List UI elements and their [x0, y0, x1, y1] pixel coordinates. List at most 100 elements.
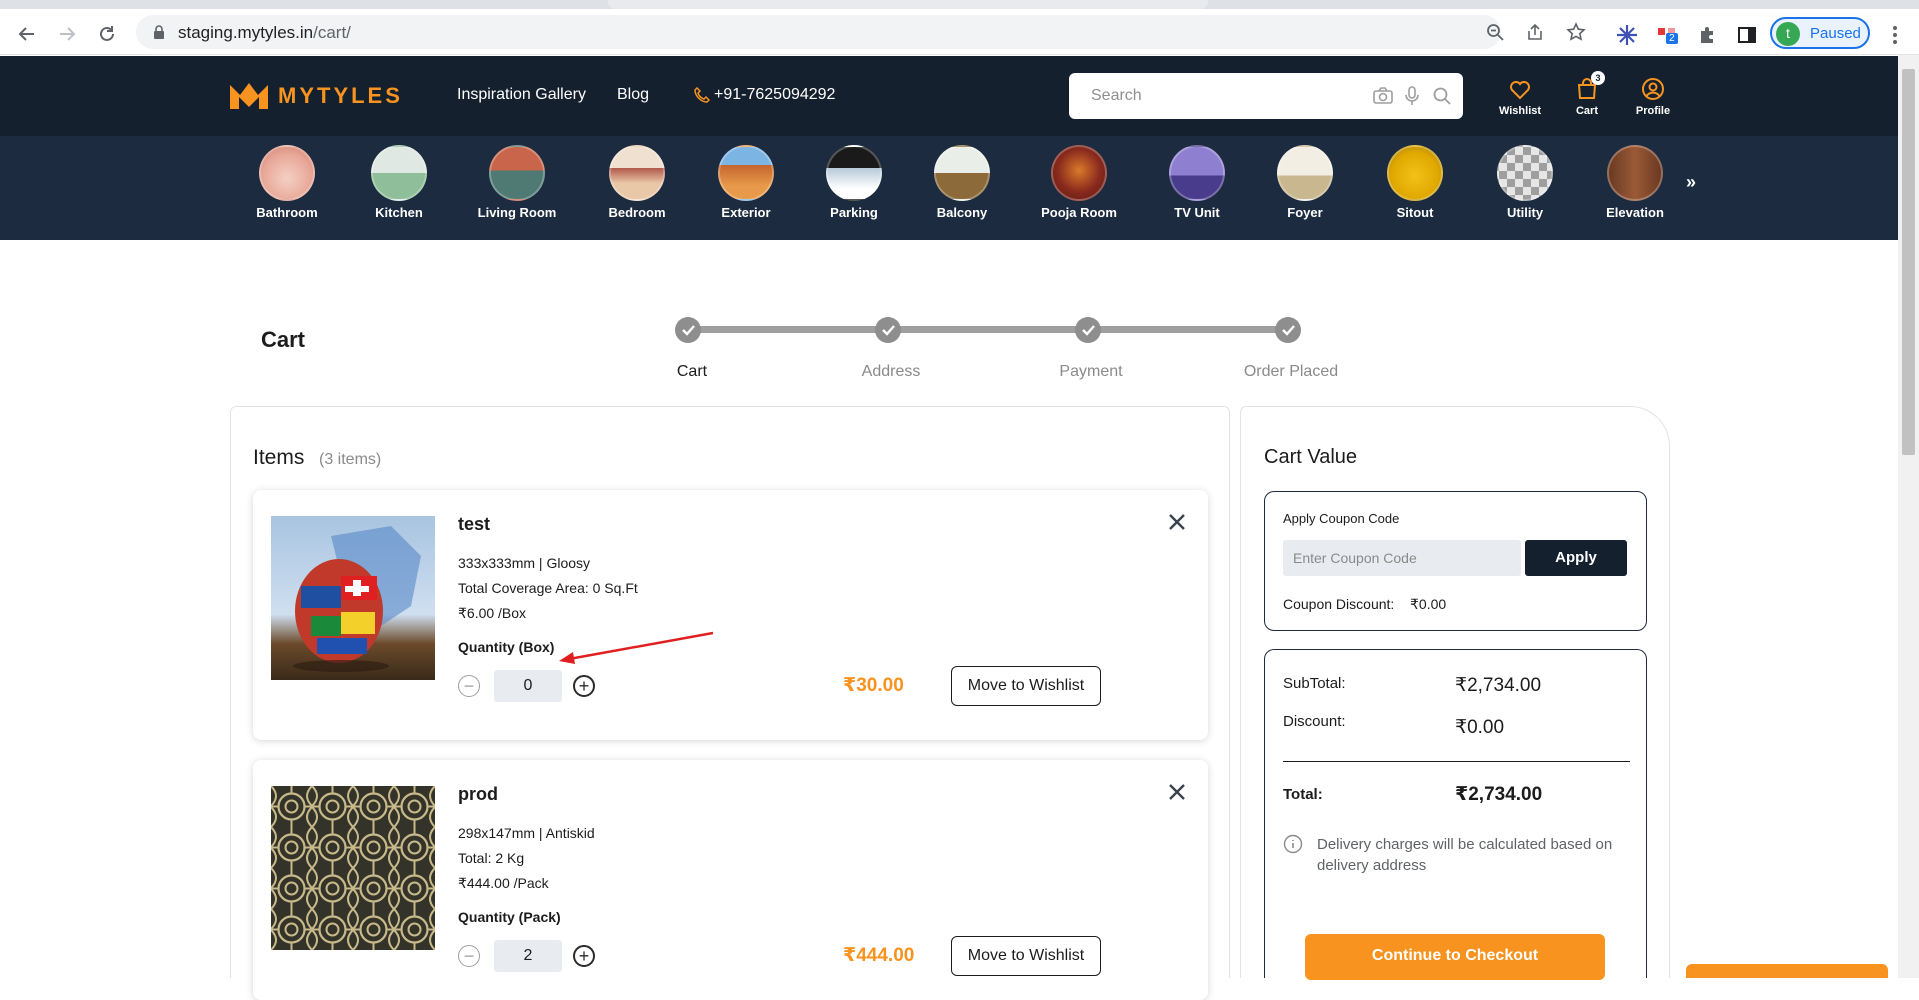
browser-profile-button[interactable]: t Paused [1770, 17, 1870, 49]
browser-menu-icon[interactable] [1883, 23, 1907, 47]
forward-icon[interactable] [54, 21, 80, 47]
browser-toolbar: staging.mytyles.in/cart/ 2 t Paused [0, 9, 1919, 55]
cart-button[interactable]: 3 Cart [1554, 71, 1620, 117]
category-bathroom[interactable]: Bathroom [237, 145, 337, 220]
page-title: Cart [261, 327, 306, 352]
side-panel-icon[interactable] [1735, 23, 1759, 47]
back-icon[interactable] [14, 21, 40, 47]
cart-count-badge: 3 [1591, 71, 1605, 85]
address-bar[interactable]: staging.mytyles.in/cart/ [136, 15, 1586, 49]
item-weight: Total: 2 Kg [458, 850, 525, 866]
totals-section: SubTotal: ₹2,734.00 Discount: ₹0.00 Tota… [1264, 649, 1647, 980]
quantity-decrease-button[interactable]: − [458, 945, 480, 967]
cart-label: Cart [1575, 105, 1598, 117]
item-unit-price: ₹6.00 /Box [458, 605, 527, 621]
category-tv-unit[interactable]: TV Unit [1147, 145, 1247, 220]
category-pooja-room[interactable]: Pooja Room [1029, 145, 1129, 220]
extension-snowflake-icon[interactable] [1615, 23, 1639, 47]
category-label: Parking [830, 205, 878, 220]
quantity-label: Quantity (Pack) [458, 909, 561, 925]
coupon-label: Apply Coupon Code [1283, 511, 1400, 526]
browser-tab[interactable] [608, 0, 1208, 9]
profile-icon [1642, 78, 1664, 100]
share-icon[interactable] [1526, 23, 1544, 46]
category-label: Bedroom [608, 205, 666, 220]
step-label-cart: Cart [676, 363, 708, 380]
item-price: ₹444.00 [843, 945, 915, 966]
quantity-input[interactable]: 2 [494, 940, 562, 972]
item-name[interactable]: prod [458, 784, 498, 805]
search-icon[interactable] [1433, 87, 1451, 110]
chat-widget[interactable] [1686, 964, 1888, 978]
search-placeholder: Search [1091, 87, 1142, 104]
coupon-discount-value: ₹0.00 [1410, 596, 1447, 612]
site-header: MYTYLES Inspiration Gallery Blog +91-762… [0, 56, 1898, 136]
category-exterior[interactable]: Exterior [696, 145, 796, 220]
category-label: Foyer [1287, 205, 1323, 220]
profile-status-label: Paused [1810, 25, 1861, 42]
reload-icon[interactable] [94, 21, 120, 47]
nav-blog[interactable]: Blog [617, 86, 649, 104]
search-bar[interactable]: Search [1069, 73, 1463, 119]
url-domain: staging.mytyles.in [178, 23, 314, 42]
profile-button[interactable]: Profile [1620, 77, 1686, 117]
phone-icon [694, 86, 711, 108]
cart-value-title: Cart Value [1264, 446, 1358, 468]
category-bedroom[interactable]: Bedroom [587, 145, 687, 220]
quantity-increase-button[interactable]: + [573, 675, 595, 697]
remove-item-close-icon[interactable] [1165, 510, 1189, 534]
quantity-increase-button[interactable]: + [573, 945, 595, 967]
coupon-code-input[interactable] [1283, 540, 1521, 576]
category-balcony[interactable]: Balcony [912, 145, 1012, 220]
delivery-note: Delivery charges will be calculated base… [1317, 836, 1613, 874]
category-label: Sitout [1396, 205, 1434, 220]
bookmark-star-icon[interactable] [1566, 22, 1586, 47]
category-sitout[interactable]: Sitout [1365, 145, 1465, 220]
move-to-wishlist-button[interactable]: Move to Wishlist [951, 936, 1101, 976]
site-logo[interactable]: MYTYLES [228, 80, 403, 112]
extension-badge-count: 2 [1666, 33, 1678, 44]
item-coverage: Total Coverage Area: 0 Sq.Ft [458, 580, 638, 596]
continue-to-checkout-button[interactable]: Continue to Checkout [1305, 934, 1605, 980]
category-label: Elevation [1606, 205, 1664, 220]
item-unit-price: ₹444.00 /Pack [458, 875, 549, 891]
totals-divider [1283, 761, 1630, 762]
discount-label: Discount: [1283, 713, 1346, 730]
extensions-puzzle-icon[interactable] [1695, 23, 1719, 47]
subtotal-value: ₹2,734.00 [1455, 675, 1542, 696]
category-label: Kitchen [375, 205, 423, 220]
extension-badge-icon[interactable]: 2 [1655, 23, 1679, 47]
subtotal-label: SubTotal: [1283, 675, 1346, 692]
step-cart-check-icon [675, 317, 701, 343]
profile-label: Profile [1635, 105, 1671, 117]
product-image[interactable] [271, 786, 435, 950]
heart-icon [1510, 81, 1530, 100]
category-utility[interactable]: Utility [1475, 145, 1575, 220]
category-living-room[interactable]: Living Room [467, 145, 567, 220]
camera-icon[interactable] [1373, 87, 1393, 110]
wishlist-button[interactable]: Wishlist [1487, 77, 1553, 117]
item-name[interactable]: test [458, 514, 490, 535]
category-label: Balcony [936, 205, 988, 220]
category-parking[interactable]: Parking [804, 145, 904, 220]
page-scrollbar[interactable] [1898, 55, 1919, 978]
items-heading: Items [253, 446, 305, 469]
scrollbar-thumb[interactable] [1902, 69, 1915, 455]
phone-number[interactable]: +91-7625094292 [714, 86, 835, 104]
nav-inspiration-gallery[interactable]: Inspiration Gallery [457, 86, 586, 104]
remove-item-close-icon[interactable] [1165, 780, 1189, 804]
quantity-decrease-button[interactable]: − [458, 675, 480, 697]
move-to-wishlist-button[interactable]: Move to Wishlist [951, 666, 1101, 706]
product-image[interactable] [271, 516, 435, 680]
zoom-icon[interactable] [1486, 23, 1504, 46]
quantity-input[interactable]: 0 [494, 670, 562, 702]
lock-icon[interactable] [152, 24, 166, 45]
items-count: (3 items) [319, 451, 382, 468]
apply-coupon-button[interactable]: Apply [1525, 540, 1627, 576]
category-elevation[interactable]: Elevation [1585, 145, 1685, 220]
categories-next-arrow[interactable]: » [1686, 172, 1696, 193]
category-foyer[interactable]: Foyer [1255, 145, 1355, 220]
cart-item-card: prod 298x147mm | Antiskid Total: 2 Kg ₹4… [253, 760, 1208, 1000]
microphone-icon[interactable] [1405, 86, 1419, 111]
category-kitchen[interactable]: Kitchen [349, 145, 449, 220]
